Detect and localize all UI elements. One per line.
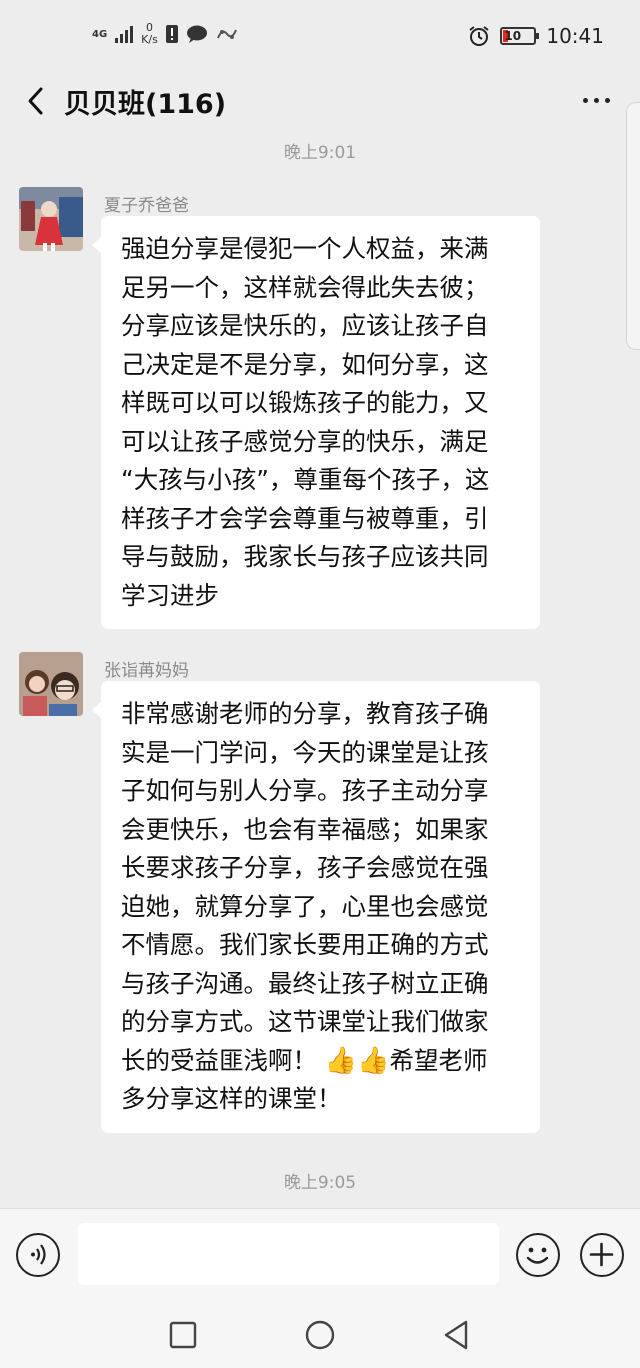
network-label: 4G xyxy=(92,28,108,40)
status-right: 10 10:41 xyxy=(468,24,604,48)
sender-name: 张诣苒妈妈 xyxy=(104,661,189,681)
avatar[interactable] xyxy=(19,187,83,251)
net-speed-unit: K/s xyxy=(141,33,158,46)
system-nav-bar xyxy=(0,1300,640,1368)
status-bar: 4G 0 K/s 10 10:41 xyxy=(0,0,640,70)
message-text: 非常感谢老师的分享，教育孩子确 实是一门学问，今天的课堂是让孩 子如何与别人分享… xyxy=(121,699,489,1075)
plus-icon[interactable] xyxy=(580,1233,624,1277)
sim-alert-icon xyxy=(165,25,178,43)
battery-icon: 10 xyxy=(500,27,540,45)
avatar[interactable] xyxy=(19,652,83,716)
thumbs-up-emoji: 👍👍 xyxy=(324,1045,390,1076)
battery-level: 10 xyxy=(504,29,522,43)
sender-name: 夏子乔爸爸 xyxy=(104,196,189,216)
home-circle-icon[interactable] xyxy=(303,1318,337,1352)
net-speed: 0 K/s xyxy=(141,22,158,46)
status-time: 10:41 xyxy=(546,24,604,48)
app-notification-icon xyxy=(216,29,237,39)
message-bubble[interactable]: 非常感谢老师的分享，教育孩子确 实是一门学问，今天的课堂是让孩 子如何与别人分享… xyxy=(92,681,540,1133)
status-left: 4G 0 K/s xyxy=(92,22,238,46)
voice-input-icon[interactable] xyxy=(16,1233,60,1277)
chat-notification-icon xyxy=(186,25,207,43)
back-triangle-icon[interactable] xyxy=(440,1318,474,1352)
more-dots-icon[interactable] xyxy=(583,98,610,103)
emoji-smile-icon[interactable] xyxy=(516,1233,560,1277)
input-bar xyxy=(0,1208,640,1300)
alarm-icon xyxy=(469,26,489,46)
timestamp: 晚上9:01 xyxy=(283,143,357,163)
signal-icon xyxy=(115,25,134,43)
timestamp: 晚上9:05 xyxy=(283,1173,357,1193)
message-input[interactable] xyxy=(78,1223,499,1285)
chat-header: 贝贝班(116) xyxy=(0,70,640,132)
chevron-left-icon[interactable] xyxy=(22,86,52,116)
message-bubble[interactable]: 强迫分享是侵犯一个人权益，来满 足另一个，这样就会得此失去彼； 分享应该是快乐的… xyxy=(92,216,540,629)
chat-title: 贝贝班(116) xyxy=(64,89,227,120)
recents-square-icon[interactable] xyxy=(166,1318,200,1352)
